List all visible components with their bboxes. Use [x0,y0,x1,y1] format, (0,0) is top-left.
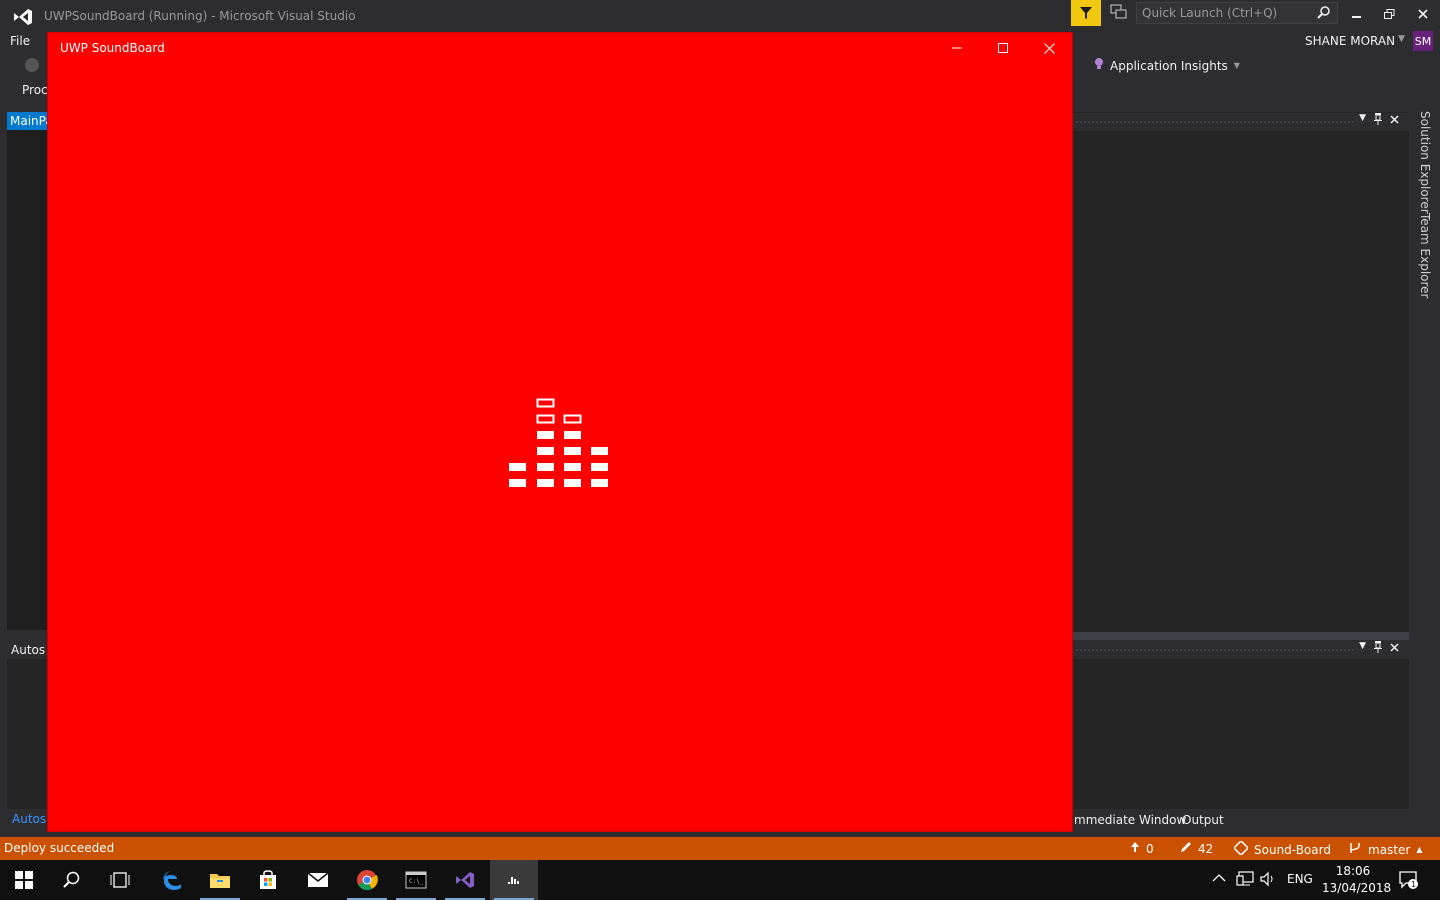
arrow-up-icon [1130,841,1140,856]
close-icon[interactable] [1390,641,1399,656]
quick-launch-input[interactable]: Quick Launch (Ctrl+Q) [1136,2,1338,24]
user-avatar[interactable]: SM [1413,31,1433,51]
application-insights-label: Application Insights [1110,58,1228,73]
clock-date: 13/04/2018 [1322,881,1392,895]
network-icon[interactable] [1236,871,1254,890]
toolbar-overflow-icon[interactable]: ▾ [1234,60,1239,71]
tool-window-bottom-header: ▼ [1073,641,1409,659]
tool-window-bottom [1073,659,1409,809]
tab-mainpage[interactable]: MainPa [7,112,49,130]
mail-taskbar-button[interactable] [294,860,342,900]
task-view-icon [110,872,130,888]
start-button[interactable] [0,860,48,900]
status-bar: Deploy succeeded 0 42 Sound-Board master… [0,837,1440,860]
pending-changes-count: 42 [1198,841,1214,856]
feedback-icon[interactable] [1110,4,1130,22]
soundboard-app-icon [508,877,519,884]
uwp-window-title: UWP SoundBoard [60,41,165,55]
mail-icon [307,872,329,887]
pencil-icon [1180,841,1192,856]
repository-button[interactable]: Sound-Board [1232,839,1331,858]
vs-minimize-button[interactable] [1342,4,1372,24]
pending-changes-button[interactable]: 42 [1180,841,1213,856]
quick-launch-placeholder: Quick Launch (Ctrl+Q) [1142,6,1278,20]
windows-taskbar: C:\_ 1 [0,860,1440,900]
side-tab-strip: Solution Explorer Team Explorer [1410,106,1440,831]
input-language-indicator[interactable]: ENG [1287,872,1313,886]
branch-name: master [1368,842,1411,857]
unpushed-count: 0 [1146,841,1154,856]
vs-restore-button[interactable] [1374,4,1404,24]
tab-solution-explorer[interactable]: Solution Explorer [1418,111,1432,214]
autos-panel-body [7,659,48,809]
user-name[interactable]: SHANE MORAN [1305,34,1395,48]
process-label: Proc [22,83,48,97]
pin-icon[interactable] [1374,113,1382,128]
clock-time: 18:06 [1335,864,1371,878]
search-button[interactable] [48,860,96,900]
autos-panel-title: Autos [11,643,46,657]
action-center-icon[interactable]: 1 [1398,870,1420,893]
uwp-minimize-button[interactable] [946,39,968,57]
window-title: UWPSoundBoard (Running) - Microsoft Visu… [44,9,356,23]
git-branch-icon [1348,841,1362,858]
visual-studio-icon [456,872,474,888]
chevron-up-icon: ▲ [1416,845,1423,854]
task-view-button[interactable] [96,860,144,900]
close-icon[interactable] [1390,113,1399,128]
svg-text:C:\_: C:\_ [409,878,424,885]
uwp-maximize-button[interactable] [992,39,1014,57]
lightbulb-icon [1094,57,1104,74]
volume-icon[interactable] [1260,871,1276,890]
soundboard-splash-logo-icon [509,398,608,487]
editor-area [7,130,48,630]
user-dropdown-chevron-icon[interactable]: ▼ [1398,34,1405,44]
chrome-icon [357,870,378,891]
tab-team-explorer[interactable]: Team Explorer [1418,213,1432,299]
windows-logo-icon [15,871,33,889]
uwp-close-button[interactable] [1038,39,1060,57]
visual-studio-taskbar-button[interactable] [441,860,489,900]
git-repo-icon [1232,839,1250,858]
uwp-app-window: UWP SoundBoard [47,32,1073,832]
show-hidden-icons-chevron-icon[interactable] [1212,872,1226,886]
tool-window-top [1073,112,1409,632]
tool-window-top-header: ▼ [1073,113,1409,131]
tab-autos[interactable]: Autos [12,812,46,826]
tab-immediate-window[interactable]: mmediate Window [1074,813,1186,827]
navigate-back-icon[interactable] [25,58,39,72]
terminal-icon: C:\_ [405,871,427,889]
window-position-dropdown-icon[interactable]: ▼ [1359,113,1366,128]
vs-close-button[interactable] [1408,4,1438,24]
window-position-dropdown-icon[interactable]: ▼ [1359,641,1366,656]
search-icon [1317,5,1331,22]
store-bag-icon [260,870,276,889]
edge-taskbar-button[interactable] [148,860,196,900]
edge-icon [163,871,181,890]
folder-icon [210,874,230,888]
file-explorer-taskbar-button[interactable] [196,860,244,900]
panel-splitter[interactable] [1073,632,1409,640]
chrome-taskbar-button[interactable] [343,860,391,900]
repository-name: Sound-Board [1254,842,1331,857]
uwp-soundboard-taskbar-button[interactable] [490,860,538,900]
status-message: Deploy succeeded [4,841,115,855]
notification-count: 1 [1411,880,1416,889]
unpushed-commits-button[interactable]: 0 [1130,841,1154,856]
menu-file[interactable]: File [10,34,30,48]
visual-studio-logo-icon [12,6,34,28]
application-insights-button[interactable]: Application Insights ▼ [1094,57,1240,74]
pin-icon[interactable] [1374,641,1382,656]
command-prompt-taskbar-button[interactable]: C:\_ [392,860,440,900]
clock[interactable]: 18:06 13/04/2018 [1322,863,1392,897]
search-icon [63,871,80,888]
store-taskbar-button[interactable] [244,860,292,900]
tab-output[interactable]: Output [1182,813,1224,827]
notifications-filter-icon[interactable] [1071,0,1101,26]
branch-button[interactable]: master ▲ [1348,841,1422,858]
